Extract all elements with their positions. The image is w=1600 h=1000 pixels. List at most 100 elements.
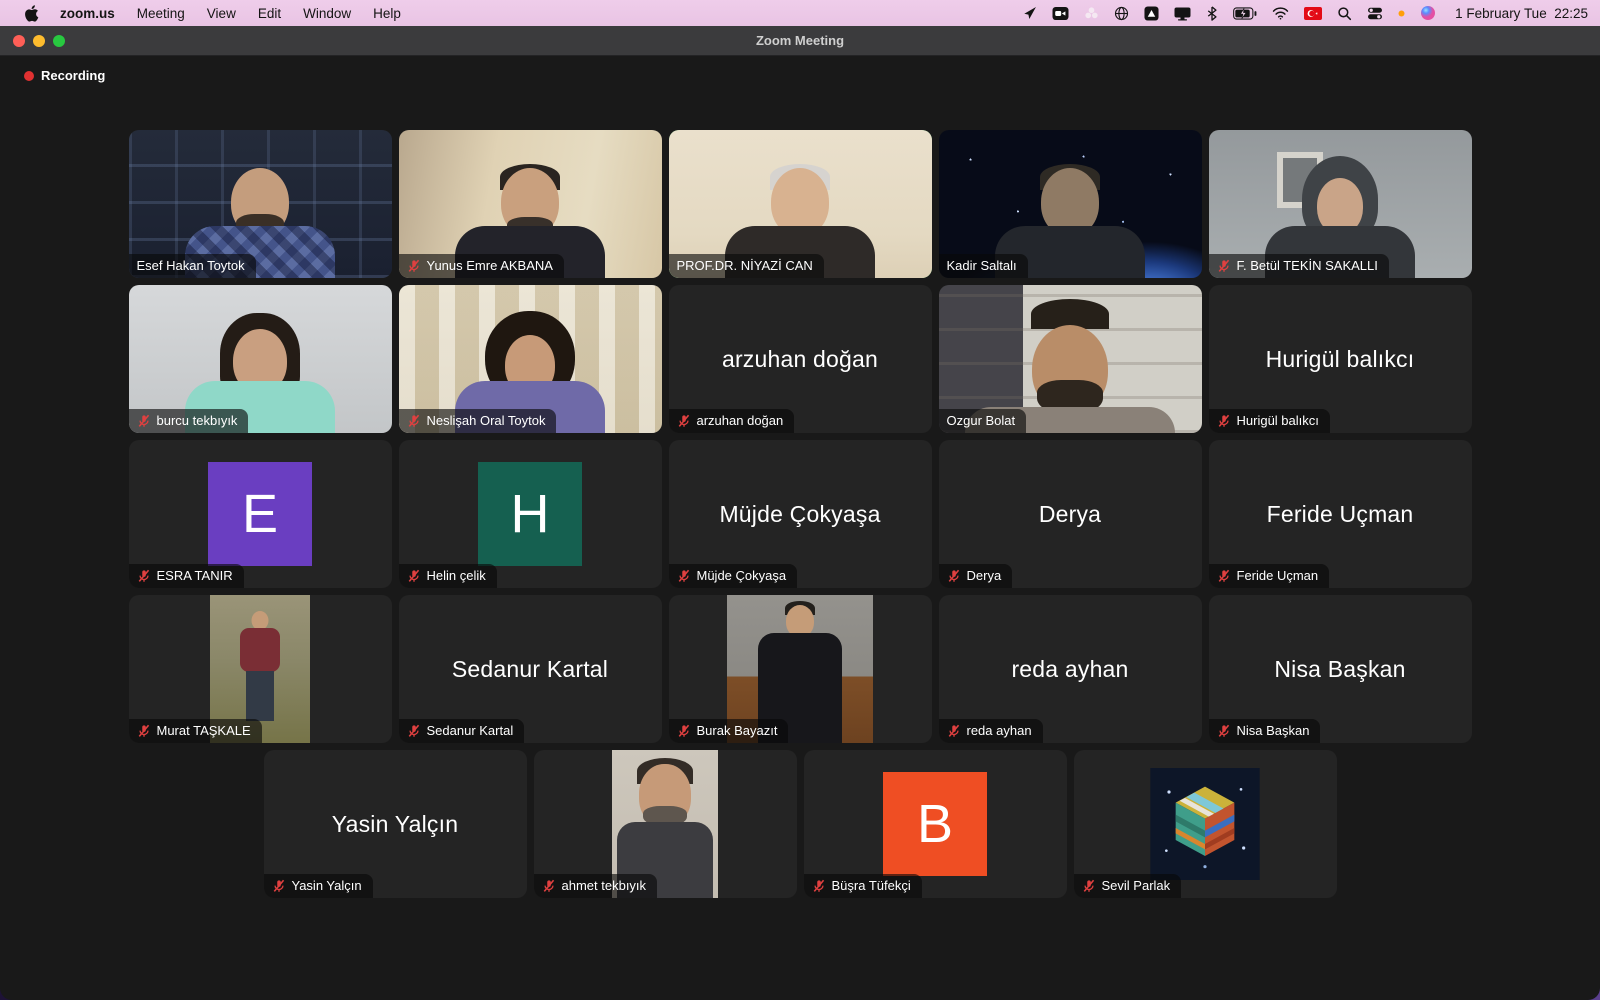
participant-tile[interactable]: burcu tekbıyık — [129, 285, 392, 433]
app-light-icon[interactable] — [1084, 6, 1099, 21]
muted-mic-icon — [137, 569, 151, 583]
name-label: Ozgur Bolat — [939, 409, 1027, 433]
grid-row: Esef Hakan Toytok Yunus Emre AKBANA PROF.D… — [129, 130, 1472, 278]
muted-mic-icon — [407, 414, 421, 428]
meeting-content: Recording Esef Hakan Toytok Yunus Emre AK… — [0, 56, 1600, 1000]
grid-row: burcu tekbıyık Neslişah Oral Toytok arzuha… — [129, 285, 1472, 433]
globe-icon[interactable] — [1114, 6, 1129, 21]
bluetooth-icon[interactable] — [1206, 6, 1218, 21]
participant-tile[interactable]: Feride UçmanFeride Uçman — [1209, 440, 1472, 588]
muted-mic-icon — [947, 569, 961, 583]
recording-label: Recording — [41, 68, 105, 83]
recording-dot-icon — [24, 71, 34, 81]
fullscreen-button[interactable] — [53, 35, 65, 47]
muted-mic-icon — [407, 259, 421, 273]
menu-view[interactable]: View — [196, 6, 247, 21]
name-label: Hurigül balıkcı — [1209, 409, 1330, 433]
participant-tile[interactable]: PROF.DR. NİYAZİ CAN — [669, 130, 932, 278]
participant-tile[interactable]: Yunus Emre AKBANA — [399, 130, 662, 278]
participant-tile[interactable]: Ozgur Bolat — [939, 285, 1202, 433]
participant-tile[interactable]: Hurigül balıkcıHurigül balıkcı — [1209, 285, 1472, 433]
name-label: Büşra Tüfekçi — [804, 874, 922, 898]
shortcuts-icon[interactable] — [1144, 6, 1159, 21]
avatar: E — [208, 462, 312, 566]
name-label: Sedanur Kartal — [399, 719, 525, 743]
participant-tile[interactable]: ahmet tekbıyık — [534, 750, 797, 898]
avatar: H — [478, 462, 582, 566]
name-label: Feride Uçman — [1209, 564, 1330, 588]
name-label: Derya — [939, 564, 1013, 588]
participant-tile[interactable]: reda ayhanreda ayhan — [939, 595, 1202, 743]
grid-row: Yasin YalçınYasin Yalçın ahmet tekbıyık BB… — [129, 750, 1472, 898]
avatar: B — [883, 772, 987, 876]
menu-bar-clock[interactable]: 1 February Tue 22:25 — [1451, 6, 1588, 21]
name-label: PROF.DR. NİYAZİ CAN — [669, 254, 824, 278]
muted-mic-icon — [947, 724, 961, 738]
search-icon[interactable] — [1337, 6, 1352, 21]
grid-row: Murat TAŞKALE Sedanur KartalSedanur Karta… — [129, 595, 1472, 743]
muted-mic-icon — [1217, 414, 1231, 428]
name-label: burcu tekbıyık — [129, 409, 249, 433]
zoom-window: Zoom Meeting Recording Esef Hakan Toytok… — [0, 26, 1600, 1000]
siri-icon[interactable] — [1420, 5, 1436, 21]
participant-tile[interactable]: EESRA TANIR — [129, 440, 392, 588]
name-label: Murat TAŞKALE — [129, 719, 262, 743]
participant-tile[interactable]: F. Betül TEKİN SAKALLI — [1209, 130, 1472, 278]
wifi-icon[interactable] — [1272, 7, 1289, 20]
name-label: ahmet tekbıyık — [534, 874, 658, 898]
name-label: Müjde Çokyaşa — [669, 564, 798, 588]
participant-tile[interactable]: Sedanur KartalSedanur Kartal — [399, 595, 662, 743]
name-label: reda ayhan — [939, 719, 1043, 743]
muted-mic-icon — [677, 414, 691, 428]
name-label: Nisa Başkan — [1209, 719, 1321, 743]
name-label: Yasin Yalçın — [264, 874, 373, 898]
participant-tile[interactable]: Sevil Parlak — [1074, 750, 1337, 898]
muted-mic-icon — [407, 569, 421, 583]
participant-tile[interactable]: HHelin çelik — [399, 440, 662, 588]
close-button[interactable] — [13, 35, 25, 47]
muted-mic-icon — [137, 724, 151, 738]
name-label: Kadir Saltalı — [939, 254, 1028, 278]
muted-mic-icon — [677, 724, 691, 738]
location-icon[interactable] — [1023, 6, 1037, 20]
screen-recording-icon[interactable] — [1052, 6, 1069, 21]
participant-tile[interactable]: Murat TAŞKALE — [129, 595, 392, 743]
window-title-bar: Zoom Meeting — [0, 26, 1600, 56]
mic-in-use-dot — [1398, 10, 1405, 17]
battery-charging-icon[interactable] — [1233, 7, 1257, 20]
display-mirroring-icon[interactable] — [1174, 6, 1191, 21]
apple-icon[interactable] — [14, 5, 49, 22]
name-label: F. Betül TEKİN SAKALLI — [1209, 254, 1389, 278]
muted-mic-icon — [407, 724, 421, 738]
participant-tile[interactable]: arzuhan doğanarzuhan doğan — [669, 285, 932, 433]
participant-tile[interactable]: DeryaDerya — [939, 440, 1202, 588]
muted-mic-icon — [1217, 569, 1231, 583]
name-label: Burak Bayazıt — [669, 719, 789, 743]
window-title: Zoom Meeting — [756, 33, 844, 48]
active-app-name[interactable]: zoom.us — [49, 6, 126, 21]
participant-tile[interactable]: Kadir Saltalı — [939, 130, 1202, 278]
menu-help[interactable]: Help — [362, 6, 412, 21]
recording-indicator: Recording — [24, 68, 105, 83]
muted-mic-icon — [812, 879, 826, 893]
turkish-flag-input-icon[interactable] — [1304, 7, 1322, 20]
rubiks-cube-image — [1150, 768, 1260, 880]
participant-tile[interactable]: Burak Bayazıt — [669, 595, 932, 743]
name-label: Esef Hakan Toytok — [129, 254, 256, 278]
muted-mic-icon — [137, 414, 151, 428]
participant-tile[interactable]: Esef Hakan Toytok — [129, 130, 392, 278]
menu-edit[interactable]: Edit — [247, 6, 292, 21]
muted-mic-icon — [272, 879, 286, 893]
participant-tile[interactable]: Nisa BaşkanNisa Başkan — [1209, 595, 1472, 743]
menu-window[interactable]: Window — [292, 6, 362, 21]
control-center-icon[interactable] — [1367, 7, 1383, 20]
minimize-button[interactable] — [33, 35, 45, 47]
participant-tile[interactable]: BBüşra Tüfekçi — [804, 750, 1067, 898]
participant-tile[interactable]: Müjde ÇokyaşaMüjde Çokyaşa — [669, 440, 932, 588]
participant-tile[interactable]: Neslişah Oral Toytok — [399, 285, 662, 433]
participant-tile[interactable]: Yasin YalçınYasin Yalçın — [264, 750, 527, 898]
grid-row: EESRA TANIRHHelin çelikMüjde ÇokyaşaMüjd… — [129, 440, 1472, 588]
muted-mic-icon — [1217, 259, 1231, 273]
menu-meeting[interactable]: Meeting — [126, 6, 196, 21]
name-label: Neslişah Oral Toytok — [399, 409, 557, 433]
